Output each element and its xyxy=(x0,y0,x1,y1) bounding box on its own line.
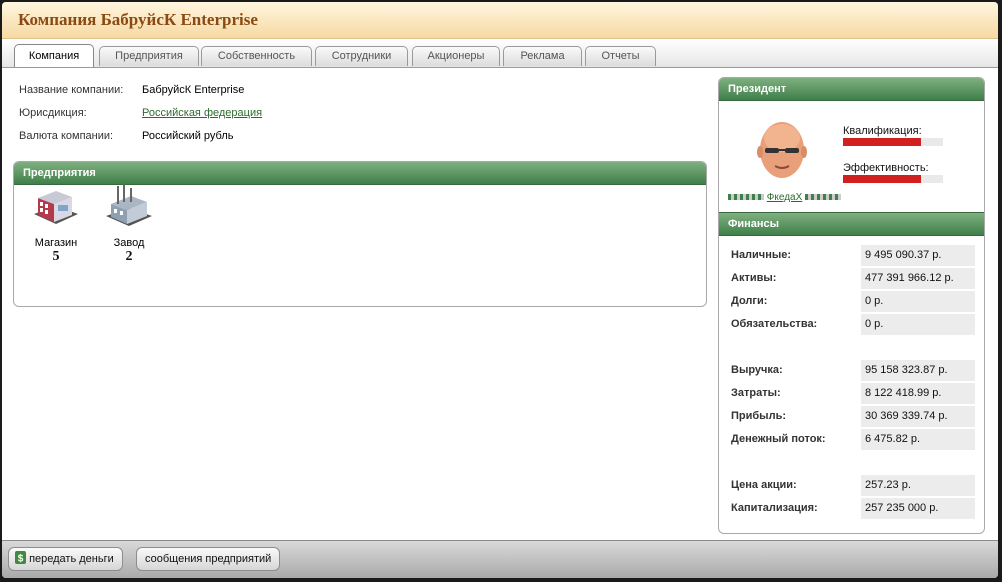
tab-property[interactable]: Собственность xyxy=(201,46,312,66)
enterprises-panel: Предприятия Магазин 5 Завод 2 xyxy=(13,161,707,307)
factory-icon xyxy=(106,184,152,226)
page-title: Компания БабруйсК Enterprise xyxy=(18,10,258,29)
title-bar: Компания БабруйсК Enterprise xyxy=(2,2,998,39)
enterprise-store[interactable]: Магазин 5 xyxy=(26,188,86,265)
finance-value: 30 369 339.74 р. xyxy=(861,406,975,427)
finance-label: Затраты: xyxy=(731,387,781,399)
finance-row-assets: Активы: 477 391 966.12 р. xyxy=(729,268,975,289)
finance-label: Наличные: xyxy=(731,249,792,261)
finance-value: 95 158 323.87 р. xyxy=(861,360,975,381)
company-window: Компания БабруйсК Enterprise Компания Пр… xyxy=(2,2,998,578)
name-decoration-left xyxy=(728,194,764,201)
avatar-icon[interactable] xyxy=(753,118,811,186)
dollar-icon: $ xyxy=(15,551,26,565)
finance-row-revenue: Выручка: 95 158 323.87 р. xyxy=(729,360,975,381)
company-name-value: БабруйсК Enterprise xyxy=(142,84,245,96)
currency-value: Российский рубль xyxy=(142,130,234,142)
tab-advertising[interactable]: Реклама xyxy=(503,46,582,66)
enterprise-messages-button[interactable]: сообщения предприятий xyxy=(136,547,281,571)
jurisdiction-label: Юрисдикция: xyxy=(19,107,87,119)
qualification-bar-fill xyxy=(843,138,921,146)
qualification-bar xyxy=(843,138,943,146)
enterprise-factory-count: 2 xyxy=(125,249,133,264)
efficiency-bar xyxy=(843,175,943,183)
efficiency-label: Эффективность: xyxy=(843,162,929,174)
finance-value: 257.23 р. xyxy=(861,475,975,496)
name-decoration-right xyxy=(805,194,842,201)
enterprise-store-count: 5 xyxy=(52,249,60,264)
president-name-row: ФкедаХ xyxy=(728,192,842,203)
tab-shareholders[interactable]: Акционеры xyxy=(412,46,500,66)
finance-row-cashflow: Денежный поток: 6 475.82 р. xyxy=(729,429,975,450)
finance-value: 8 122 418.99 р. xyxy=(861,383,975,404)
finance-value: 0 р. xyxy=(861,314,975,335)
finance-section: Финансы xyxy=(719,212,984,236)
finance-label: Обязательства: xyxy=(731,318,818,330)
finance-row-debts: Долги: 0 р. xyxy=(729,291,975,312)
transfer-money-label: передать деньги xyxy=(29,553,114,565)
store-icon xyxy=(34,191,78,224)
enterprise-store-label: Магазин xyxy=(34,237,78,249)
enterprise-factory-label: Завод xyxy=(113,237,145,249)
finance-label: Активы: xyxy=(731,272,777,284)
bottom-bar: $ передать деньги сообщения предприятий xyxy=(2,540,998,578)
finance-header: Финансы xyxy=(719,213,984,236)
transfer-money-button[interactable]: $ передать деньги xyxy=(8,547,123,571)
president-name-link[interactable]: ФкедаХ xyxy=(767,192,803,203)
finance-row-profit: Прибыль: 30 369 339.74 р. xyxy=(729,406,975,427)
president-panel: Президент Квалификация: Эффективность: Ф… xyxy=(718,77,985,534)
finance-value: 477 391 966.12 р. xyxy=(861,268,975,289)
finance-row-capitalization: Капитализация: 257 235 000 р. xyxy=(729,498,975,519)
finance-value: 0 р. xyxy=(861,291,975,312)
enterprise-factory[interactable]: Завод 2 xyxy=(99,182,159,265)
finance-row-liabilities: Обязательства: 0 р. xyxy=(729,314,975,335)
finance-value: 257 235 000 р. xyxy=(861,498,975,519)
president-header: Президент xyxy=(719,78,984,101)
currency-label: Валюта компании: xyxy=(19,130,114,142)
finance-row-share-price: Цена акции: 257.23 р. xyxy=(729,475,975,496)
finance-label: Цена акции: xyxy=(731,479,797,491)
finance-row-cash: Наличные: 9 495 090.37 р. xyxy=(729,245,975,266)
company-name-label: Название компании: xyxy=(19,84,124,96)
finance-label: Прибыль: xyxy=(731,410,786,422)
tab-company[interactable]: Компания xyxy=(14,44,94,67)
jurisdiction-link[interactable]: Российская федерация xyxy=(142,107,262,119)
finance-label: Выручка: xyxy=(731,364,783,376)
finance-row-costs: Затраты: 8 122 418.99 р. xyxy=(729,383,975,404)
qualification-label: Квалификация: xyxy=(843,125,922,137)
finance-label: Капитализация: xyxy=(731,502,818,514)
finance-label: Денежный поток: xyxy=(731,433,826,445)
efficiency-bar-fill xyxy=(843,175,921,183)
tab-enterprises[interactable]: Предприятия xyxy=(99,46,199,66)
finance-value: 6 475.82 р. xyxy=(861,429,975,450)
tab-bar: Компания Предприятия Собственность Сотру… xyxy=(2,39,998,68)
tab-reports[interactable]: Отчеты xyxy=(585,46,656,66)
finance-value: 9 495 090.37 р. xyxy=(861,245,975,266)
tab-employees[interactable]: Сотрудники xyxy=(315,46,408,66)
svg-text:$: $ xyxy=(18,554,24,565)
finance-label: Долги: xyxy=(731,295,768,307)
